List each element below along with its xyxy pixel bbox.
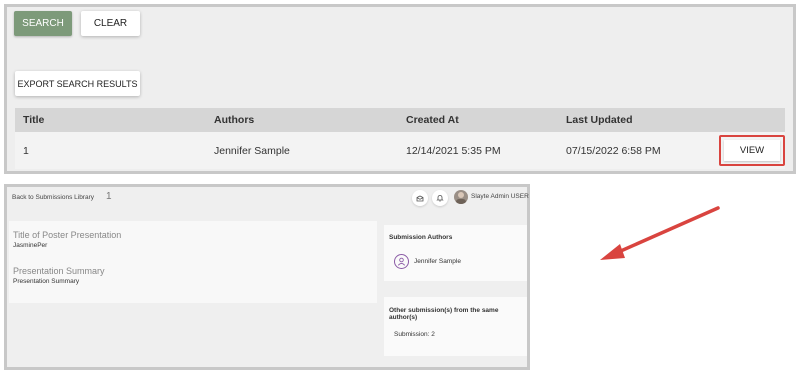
cell-last-updated: 07/15/2022 6:58 PM — [566, 144, 661, 157]
user-name[interactable]: Slayte Admin USER — [471, 193, 529, 200]
back-to-library-link[interactable]: Back to Submissions Library — [12, 194, 94, 201]
field-label-presentation-summary: Presentation Summary — [13, 266, 105, 276]
export-search-results-button[interactable]: EXPORT SEARCH RESULTS — [15, 71, 140, 96]
field-label-poster-title: Title of Poster Presentation — [13, 230, 122, 240]
cell-authors: Jennifer Sample — [214, 144, 290, 157]
search-results-panel: SEARCH CLEAR EXPORT SEARCH RESULTS Title… — [4, 4, 796, 174]
column-header-title[interactable]: Title — [23, 114, 44, 126]
search-button[interactable]: SEARCH — [14, 11, 72, 36]
field-value-poster-title: JasminePer — [13, 242, 48, 249]
clear-button[interactable]: CLEAR — [81, 11, 140, 36]
other-submissions-card: Other submission(s) from the same author… — [384, 297, 527, 356]
table-row: 1 Jennifer Sample 12/14/2021 5:35 PM 07/… — [15, 132, 785, 169]
bell-icon[interactable] — [432, 190, 448, 206]
submission-fields-card: Title of Poster Presentation JasminePer … — [9, 221, 377, 303]
cell-title: 1 — [23, 144, 29, 157]
results-table: Title Authors Created At Last Updated 1 … — [15, 108, 785, 169]
mail-icon[interactable] — [412, 190, 428, 206]
detail-topbar: Back to Submissions Library 1 Slayte Adm… — [7, 187, 529, 211]
other-submissions-title: Other submission(s) from the same author… — [389, 307, 499, 321]
view-button[interactable]: VIEW — [724, 140, 780, 161]
person-circle-icon — [394, 254, 409, 269]
author-name: Jennifer Sample — [414, 258, 461, 265]
view-button-highlight: VIEW — [719, 135, 785, 166]
column-header-created-at[interactable]: Created At — [406, 114, 459, 126]
submission-id: 1 — [106, 191, 112, 202]
column-header-last-updated[interactable]: Last Updated — [566, 114, 633, 126]
submission-detail-panel: Back to Submissions Library 1 Slayte Adm… — [4, 184, 530, 370]
column-header-authors[interactable]: Authors — [214, 114, 254, 126]
submission-authors-title: Submission Authors — [389, 234, 453, 241]
red-arrow-icon — [600, 206, 720, 260]
submission-authors-card: Submission Authors Jennifer Sample — [384, 225, 527, 281]
cell-created-at: 12/14/2021 5:35 PM — [406, 144, 501, 157]
author-item[interactable]: Jennifer Sample — [394, 254, 461, 269]
table-header: Title Authors Created At Last Updated — [15, 108, 785, 132]
other-submission-link[interactable]: Submission: 2 — [394, 331, 435, 338]
user-avatar[interactable] — [454, 190, 468, 204]
field-value-presentation-summary: Presentation Summary — [13, 278, 80, 285]
